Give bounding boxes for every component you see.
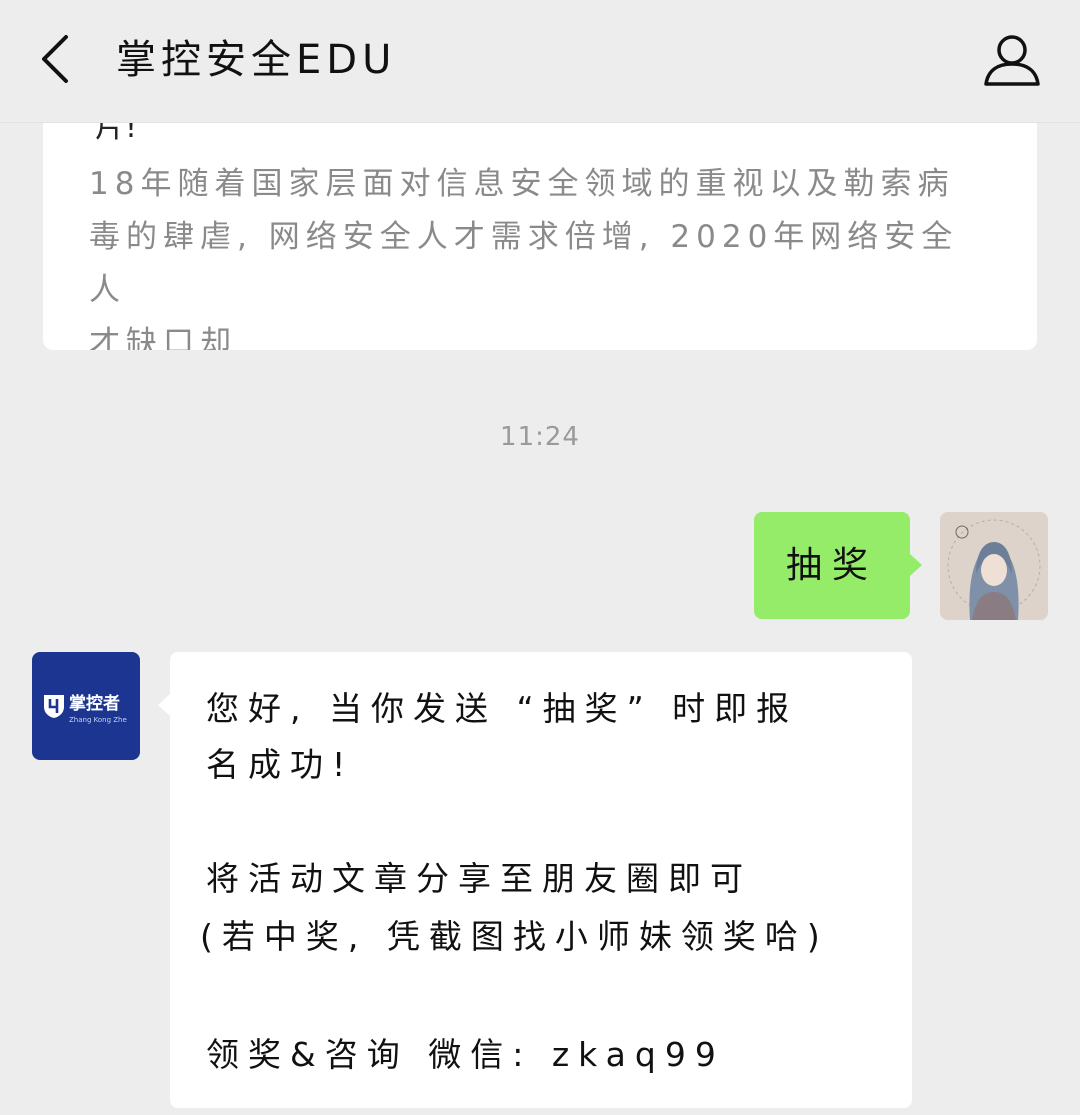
article-summary: 18年随着国家层面对信息安全领域的重视以及勒索病 毒的肆虐, 网络安全人才需求倍… bbox=[89, 158, 989, 350]
incoming-message-line: 领奖&咨询 微信: zkaq99 bbox=[206, 1035, 725, 1074]
message-timestamp: 11:24 bbox=[500, 422, 580, 452]
chat-header: 掌控安全EDU bbox=[0, 0, 1080, 123]
person-icon bbox=[984, 35, 1040, 86]
outgoing-message-bubble[interactable]: 抽奖 bbox=[754, 512, 922, 619]
profile-button[interactable] bbox=[980, 28, 1044, 92]
incoming-message-bubble[interactable]: 您好, 当你发送 “抽奖” 时即报 名成功! 将活动文章分享至朋友圈即可 (若中… bbox=[158, 652, 912, 1108]
incoming-message-line: (若中奖, 凭截图找小师妹领奖哈) bbox=[200, 917, 829, 956]
chevron-left-icon bbox=[42, 35, 68, 83]
article-summary-line: 毒的肆虐, 网络安全人才需求倍增, 2020年网络安全人 bbox=[89, 219, 959, 308]
incoming-message-line: 将活动文章分享至朋友圈即可 bbox=[206, 859, 752, 898]
chat-title: 掌控安全EDU bbox=[116, 37, 397, 83]
incoming-message-line: 您好, 当你发送 “抽奖” 时即报 bbox=[206, 689, 799, 728]
user-avatar[interactable] bbox=[940, 512, 1048, 620]
outgoing-message-text: 抽奖 bbox=[785, 545, 878, 586]
incoming-message-line: 名成功! bbox=[206, 745, 355, 784]
article-summary-line: 18年随着国家层面对信息安全领域的重视以及勒索病 bbox=[89, 166, 955, 202]
article-summary-line: 才缺口却 bbox=[89, 325, 237, 350]
bot-logo-subtext: Zhang Kong Zhe bbox=[69, 716, 127, 724]
bot-logo-text: 掌控者 bbox=[69, 694, 120, 714]
article-card[interactable]: 片! 18年随着国家层面对信息安全领域的重视以及勒索病 毒的肆虐, 网络安全人才… bbox=[43, 100, 1037, 350]
shield-logo-icon bbox=[44, 695, 64, 718]
chat-screen: 片! 18年随着国家层面对信息安全领域的重视以及勒索病 毒的肆虐, 网络安全人才… bbox=[0, 0, 1080, 1115]
bot-avatar[interactable]: 掌控者 Zhang Kong Zhe bbox=[32, 652, 140, 760]
avatar-image bbox=[940, 512, 1048, 620]
back-button[interactable] bbox=[28, 28, 88, 88]
